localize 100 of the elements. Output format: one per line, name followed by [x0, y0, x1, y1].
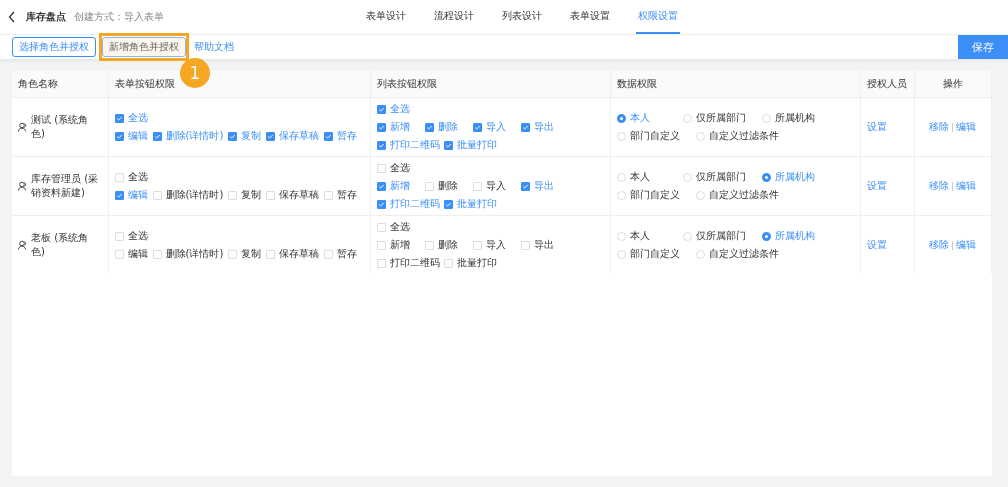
checkbox-label: 批量打印 [456, 138, 497, 152]
checkbox-label: 导入 [485, 238, 506, 252]
checkbox-label: 删除 [437, 120, 458, 134]
radio-label: 仅所属部门 [695, 170, 746, 184]
action-link[interactable]: 移除 [929, 238, 950, 252]
checkbox[interactable] [324, 131, 334, 141]
back-icon[interactable] [8, 11, 16, 23]
action-link[interactable]: 编辑 [956, 238, 977, 252]
tab[interactable]: 表单设置 [567, 0, 612, 34]
action-link[interactable]: 编辑 [956, 179, 977, 193]
radio-label: 部门自定义 [629, 247, 680, 261]
checkbox-label: 删除(详情时) [165, 188, 224, 202]
toolbar-button[interactable]: 选择角色并授权 [12, 37, 96, 57]
checkbox-label: 全选 [389, 102, 410, 116]
checkbox[interactable] [152, 131, 162, 141]
action-link[interactable]: 移除 [929, 120, 950, 134]
action-link[interactable]: 编辑 [956, 120, 977, 134]
save-button[interactable]: 保存 [958, 35, 1008, 59]
checkbox-label: 保存草稿 [279, 129, 320, 143]
radio-label: 自定义过滤条件 [708, 129, 779, 143]
radio-button[interactable] [616, 113, 626, 123]
checkbox-label: 暂存 [337, 129, 358, 143]
checkbox[interactable] [376, 181, 386, 191]
checkbox[interactable] [266, 131, 276, 141]
checkbox-label: 复制 [241, 247, 262, 261]
role-name: 库存管理员 (采销资料新建) [31, 172, 100, 200]
checkbox-label: 打印二维码 [389, 197, 440, 211]
checkbox-label: 保存草稿 [279, 247, 320, 261]
checkbox-label: 打印二维码 [389, 256, 440, 270]
radio-label: 本人 [629, 170, 650, 184]
checkbox-label: 编辑 [127, 129, 148, 143]
checkbox[interactable] [520, 122, 530, 132]
radio-label: 本人 [629, 229, 650, 243]
checkbox[interactable] [376, 199, 386, 209]
radio-label: 所属机构 [774, 170, 815, 184]
checkbox-label: 打印二维码 [389, 138, 440, 152]
checkbox-label: 编辑 [127, 247, 148, 261]
radio-label: 自定义过滤条件 [708, 188, 779, 202]
radio-label: 仅所属部门 [695, 111, 746, 125]
action-link[interactable]: 移除 [929, 179, 950, 193]
radio-button[interactable] [761, 231, 771, 241]
role-icon [18, 240, 28, 250]
checkbox[interactable] [114, 113, 124, 123]
checkbox-label: 保存草稿 [279, 188, 320, 202]
checkbox-label: 删除 [437, 179, 458, 193]
radio-label: 仅所属部门 [695, 229, 746, 243]
checkbox-label: 复制 [241, 129, 262, 143]
checkbox-label: 导出 [533, 120, 554, 134]
checkbox-label: 暂存 [337, 188, 358, 202]
role-name: 测试 (系统角色) [31, 113, 90, 141]
settings-link[interactable]: 设置 [866, 121, 887, 132]
tab[interactable]: 列表设计 [499, 0, 544, 34]
column-header: 数据权限 [616, 78, 657, 89]
radio-label: 所属机构 [774, 229, 815, 243]
checkbox-label: 新增 [389, 238, 410, 252]
checkbox-label: 暂存 [337, 247, 358, 261]
column-header: 表单按钮权限 [114, 78, 175, 89]
checkbox-label: 导入 [485, 120, 506, 134]
checkbox-label: 删除(详情时) [165, 247, 224, 261]
checkbox[interactable] [376, 140, 386, 150]
tab[interactable]: 表单设计 [363, 0, 408, 34]
checkbox-label: 编辑 [127, 188, 148, 202]
checkbox[interactable] [376, 122, 386, 132]
page-title: 库存盘点 [26, 10, 66, 24]
checkbox[interactable] [424, 122, 434, 132]
column-header: 授权人员 [866, 78, 907, 89]
radio-label: 部门自定义 [629, 129, 680, 143]
checkbox[interactable] [228, 131, 238, 141]
tab[interactable]: 流程设计 [431, 0, 476, 34]
radio-label: 本人 [629, 111, 650, 125]
checkbox-label: 批量打印 [456, 256, 497, 270]
settings-link[interactable]: 设置 [866, 239, 887, 250]
checkbox-label: 全选 [389, 220, 410, 234]
checkbox[interactable] [472, 122, 482, 132]
checkbox-label: 新增 [389, 120, 410, 134]
settings-link[interactable]: 设置 [866, 180, 887, 191]
checkbox[interactable] [520, 181, 530, 191]
radio-label: 所属机构 [774, 111, 815, 125]
checkbox-label: 导出 [533, 179, 554, 193]
checkbox-label: 导入 [485, 179, 506, 193]
checkbox-label: 全选 [127, 229, 148, 243]
checkbox[interactable] [443, 199, 453, 209]
checkbox[interactable] [376, 104, 386, 114]
checkbox[interactable] [114, 131, 124, 141]
role-icon [18, 122, 28, 132]
checkbox-label: 新增 [389, 179, 410, 193]
help-link[interactable]: 帮助文档 [194, 40, 234, 54]
radio-label: 自定义过滤条件 [708, 247, 779, 261]
role-icon [18, 181, 28, 191]
radio-button[interactable] [761, 172, 771, 182]
checkbox-label: 全选 [127, 170, 148, 184]
checkbox[interactable] [114, 190, 124, 200]
checkbox-label: 导出 [533, 238, 554, 252]
radio-label: 部门自定义 [629, 188, 680, 202]
column-header: 操作 [942, 78, 963, 89]
checkbox-label: 删除(详情时) [165, 129, 224, 143]
checkbox-label: 全选 [389, 161, 410, 175]
checkbox-label: 删除 [437, 238, 458, 252]
checkbox[interactable] [443, 140, 453, 150]
column-header: 列表按钮权限 [376, 78, 437, 89]
